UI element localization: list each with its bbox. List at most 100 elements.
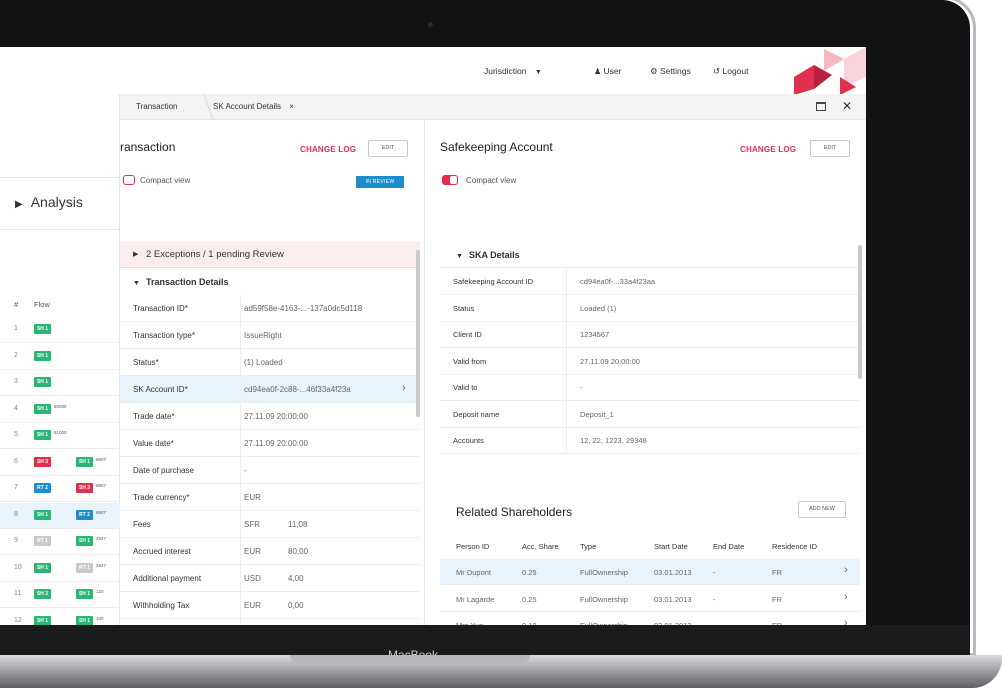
- field-value: 27.11.09 20:00:00: [580, 356, 640, 366]
- column-divider: [566, 321, 567, 348]
- flow-tag: SH 1: [34, 324, 51, 334]
- analysis-label: Analysis: [30, 194, 83, 210]
- exceptions-banner[interactable]: ▶ 2 Exceptions / 1 pending Review: [120, 241, 420, 268]
- maximize-icon[interactable]: [816, 102, 826, 111]
- shareholder-row[interactable]: Mr Dupont 0.25 FullOwnership 03.01.2013 - FR ›: [440, 559, 860, 585]
- field-label: Status: [453, 303, 475, 313]
- field-label: Trade date*: [133, 412, 175, 421]
- flow-row[interactable]: 10 SH 1 RT 1 2547: [0, 556, 120, 582]
- user-label: User: [603, 66, 622, 76]
- close-tab-icon[interactable]: ×: [289, 102, 294, 111]
- flow-tag: SH 1: [34, 509, 51, 520]
- status-badge: IN REVIEW: [356, 176, 404, 188]
- column-divider: [566, 427, 567, 454]
- detail-row[interactable]: Fees SFR 11,08: [120, 511, 420, 538]
- detail-row[interactable]: Value date* 27.11.09 20:00:00: [120, 430, 420, 457]
- compact-view-toggle[interactable]: [123, 175, 135, 185]
- detail-row[interactable]: Date of purchase -: [120, 457, 420, 484]
- compact-view-toggle[interactable]: [442, 175, 458, 185]
- field-label: Date of purchase: [133, 466, 194, 475]
- logout-icon: ↺: [713, 66, 721, 76]
- shareholder-cell: Mr Dupont: [456, 568, 492, 577]
- flow-tag: RT 2: [34, 483, 51, 493]
- add-new-button[interactable]: ADD NEW: [798, 501, 846, 518]
- column-header: Acc. Share: [522, 542, 559, 551]
- row-number: 2: [14, 351, 18, 359]
- flow-row[interactable]: 4 SH 1 50000: [0, 397, 120, 423]
- field-amount: 80,00: [288, 547, 309, 556]
- column-divider: [566, 268, 567, 295]
- row-number: 9: [14, 537, 18, 544]
- flow-tag: SH 1: [34, 350, 51, 361]
- column-divider: [240, 295, 241, 322]
- detail-row[interactable]: Transaction type* IssueRight: [120, 322, 420, 349]
- flow-row[interactable]: 2 SH 1: [0, 344, 120, 370]
- scrollbar[interactable]: [858, 245, 862, 379]
- detail-row[interactable]: Status* (1) Loaded: [120, 349, 420, 376]
- tab-transaction[interactable]: Transaction: [136, 102, 178, 111]
- flow-tag: SH 1: [34, 430, 51, 440]
- chevron-right-icon[interactable]: ›: [844, 591, 848, 603]
- field-label: Accrued interest: [133, 547, 191, 556]
- shareholder-row[interactable]: Mrs Yun0.10FullOwnership03.01.2013-FR›: [440, 612, 860, 625]
- jurisdiction-dropdown[interactable]: Jurisdiction ▼: [484, 66, 542, 76]
- flow-row[interactable]: 6 SH 3 SH 1 8907: [0, 450, 120, 476]
- field-value: 1234567: [580, 330, 610, 339]
- exceptions-label: 2 Exceptions / 1 pending Review: [146, 249, 284, 260]
- column-divider: [566, 294, 567, 322]
- detail-row[interactable]: Transaction ID* ad59f58e-4163-...-137a0dc…: [120, 295, 420, 322]
- detail-row[interactable]: Additional payment USD 4,00: [120, 565, 420, 592]
- change-log-link[interactable]: CHANGE LOG: [740, 145, 796, 154]
- compact-view-label: Compact view: [140, 176, 191, 185]
- shareholder-row[interactable]: Mr Lagarde 0.25 FullOwnership 03.01.2013 - FR…: [440, 586, 860, 612]
- detail-row[interactable]: Trade date* 27.11.09 20:00:00: [120, 403, 420, 430]
- flow-row[interactable]: 5 SH 1 51000: [0, 423, 120, 449]
- field-value: USD: [244, 574, 261, 583]
- column-header: Residence ID: [772, 542, 818, 551]
- field-value: EUR: [244, 493, 261, 502]
- chevron-down-icon: ▼: [133, 280, 140, 287]
- flow-row[interactable]: 1 SH 1: [0, 317, 120, 343]
- column-divider: [240, 484, 241, 511]
- detail-row[interactable]: Withholding Tax EUR 0,00: [120, 592, 420, 619]
- flow-tag: SH 1: [34, 403, 51, 414]
- field-label: Valid from: [453, 356, 487, 366]
- flow-tag: SH 1: [76, 536, 93, 546]
- chevron-right-icon[interactable]: ›: [402, 382, 406, 394]
- detail-row[interactable]: SK Account ID* cd94ea0f-2c88-...46f33a4f2…: [120, 376, 420, 403]
- detail-row[interactable]: Trade currency* EUR: [120, 484, 420, 511]
- edit-button[interactable]: EDIT: [810, 140, 850, 157]
- chevron-right-icon[interactable]: ›: [844, 617, 848, 625]
- settings-label: Settings: [660, 66, 691, 76]
- flow-sidebar: ▶ Analysis # Flow 1 SH 1 2 SH 1 3 SH 1 4 SH 1 500…: [0, 94, 120, 625]
- field-value: 27.11.09 20:00:00: [244, 439, 308, 448]
- logout-link[interactable]: ↺ Logout: [713, 66, 749, 77]
- details-section-toggle[interactable]: ▼ Transaction Details: [133, 277, 228, 287]
- change-log-link[interactable]: CHANGE LOG: [300, 145, 356, 154]
- flow-tag: RT 1: [34, 536, 51, 546]
- scrollbar[interactable]: [416, 250, 420, 417]
- flow-row[interactable]: 11 SH 2 SH 1 120: [0, 582, 120, 608]
- user-icon: ♟: [594, 67, 602, 76]
- close-icon[interactable]: ✕: [842, 99, 852, 113]
- flow-tag: SH 1: [34, 562, 51, 573]
- ska-details-toggle[interactable]: ▼ SKA Details: [456, 250, 520, 260]
- analysis-toggle[interactable]: ▶ Analysis: [15, 194, 83, 210]
- settings-link[interactable]: ⚙ Settings: [650, 66, 691, 77]
- tab-separator: [194, 94, 214, 120]
- edit-button[interactable]: EDIT: [368, 140, 408, 157]
- user-menu[interactable]: ♟ User: [594, 66, 622, 76]
- field-label: Withholding Tax: [133, 601, 190, 610]
- row-number: 7: [14, 484, 18, 491]
- flow-row[interactable]: 7 RT 2 SH 3 8907: [0, 476, 120, 502]
- detail-row[interactable]: Accrued interest EUR 80,00: [120, 538, 420, 565]
- field-value: -: [244, 466, 247, 475]
- flow-row[interactable]: 8 SH 1 RT 2 8907: [0, 502, 120, 529]
- flow-row[interactable]: 9 RT 1 SH 1 2547: [0, 529, 120, 555]
- flow-row[interactable]: 3 SH 1: [0, 370, 120, 396]
- tab-sk-account-details[interactable]: SK Account Details ×: [213, 102, 294, 111]
- shareholder-cell: FR: [772, 568, 782, 577]
- safekeeping-account-panel: Safekeeping Account CHANGE LOG EDIT Comp…: [426, 120, 866, 625]
- chevron-right-icon[interactable]: ›: [844, 564, 848, 576]
- flow-row[interactable]: 12 SH 1 SH 1 100: [0, 609, 120, 625]
